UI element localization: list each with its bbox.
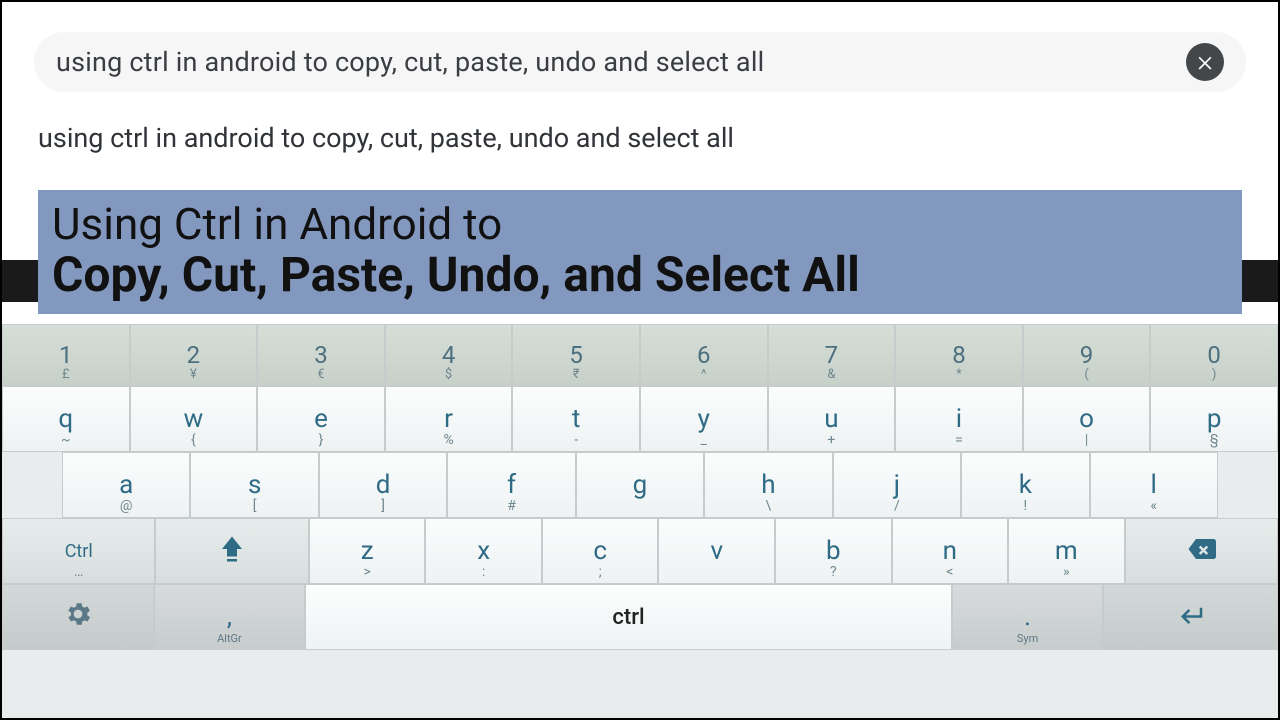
key-v[interactable]: v (658, 518, 775, 584)
title-banner: Using Ctrl in Android to Copy, Cut, Past… (38, 190, 1242, 314)
key-shift[interactable] (155, 518, 308, 584)
key-ctrl[interactable]: Ctrl … (2, 518, 155, 584)
key-m[interactable]: m» (1008, 518, 1125, 584)
key-5[interactable]: 5₹ (512, 324, 640, 386)
key-2[interactable]: 2¥ (130, 324, 258, 386)
key-b[interactable]: b? (775, 518, 892, 584)
key-0[interactable]: 0) (1150, 324, 1278, 386)
key-7[interactable]: 7& (768, 324, 896, 386)
key-3[interactable]: 3€ (257, 324, 385, 386)
key-4[interactable]: 4$ (385, 324, 513, 386)
key-f[interactable]: f# (447, 452, 575, 518)
on-screen-keyboard: 1£2¥3€4$5₹6^7&8*9(0) q~w{e}r%t-y_u+i=o|p… (2, 324, 1278, 718)
key-spacebar[interactable]: ctrl (305, 584, 952, 650)
gear-icon (63, 599, 93, 636)
key-settings[interactable] (2, 584, 154, 650)
title-line-2: Copy, Cut, Paste, Undo, and Select All (52, 250, 1228, 300)
key-i[interactable]: i= (895, 386, 1023, 452)
clear-search-button[interactable] (1186, 43, 1224, 81)
enter-icon (1176, 599, 1206, 636)
search-bar[interactable]: using ctrl in android to copy, cut, past… (34, 32, 1246, 92)
key-u[interactable]: u+ (768, 386, 896, 452)
search-input-text[interactable]: using ctrl in android to copy, cut, past… (56, 46, 1186, 78)
key-r[interactable]: r% (385, 386, 513, 452)
key-s[interactable]: s[ (190, 452, 318, 518)
backspace-icon (1186, 534, 1216, 569)
key-e[interactable]: e} (257, 386, 385, 452)
key-c[interactable]: c; (542, 518, 659, 584)
key-d[interactable]: d] (319, 452, 447, 518)
key-j[interactable]: j/ (833, 452, 961, 518)
key-n[interactable]: n< (892, 518, 1009, 584)
key-comma[interactable]: , AltGr (154, 584, 306, 650)
key-1[interactable]: 1£ (2, 324, 130, 386)
key-w[interactable]: w{ (130, 386, 258, 452)
key-8[interactable]: 8* (895, 324, 1023, 386)
key-o[interactable]: o| (1023, 386, 1151, 452)
key-l[interactable]: l« (1090, 452, 1218, 518)
shift-icon (217, 534, 247, 569)
key-x[interactable]: x: (425, 518, 542, 584)
key-y[interactable]: y_ (640, 386, 768, 452)
key-q[interactable]: q~ (2, 386, 130, 452)
key-enter[interactable] (1103, 584, 1278, 650)
key-g[interactable]: g (576, 452, 704, 518)
key-p[interactable]: p§ (1150, 386, 1278, 452)
key-backspace[interactable] (1125, 518, 1278, 584)
key-6[interactable]: 6^ (640, 324, 768, 386)
key-period[interactable]: . Sym (952, 584, 1104, 650)
key-a[interactable]: a@ (62, 452, 190, 518)
search-suggestion[interactable]: using ctrl in android to copy, cut, past… (2, 102, 1278, 158)
key-k[interactable]: k! (961, 452, 1089, 518)
key-9[interactable]: 9( (1023, 324, 1151, 386)
key-h[interactable]: h\ (704, 452, 832, 518)
key-z[interactable]: z> (309, 518, 426, 584)
key-t[interactable]: t- (512, 386, 640, 452)
title-line-1: Using Ctrl in Android to (52, 198, 1228, 250)
